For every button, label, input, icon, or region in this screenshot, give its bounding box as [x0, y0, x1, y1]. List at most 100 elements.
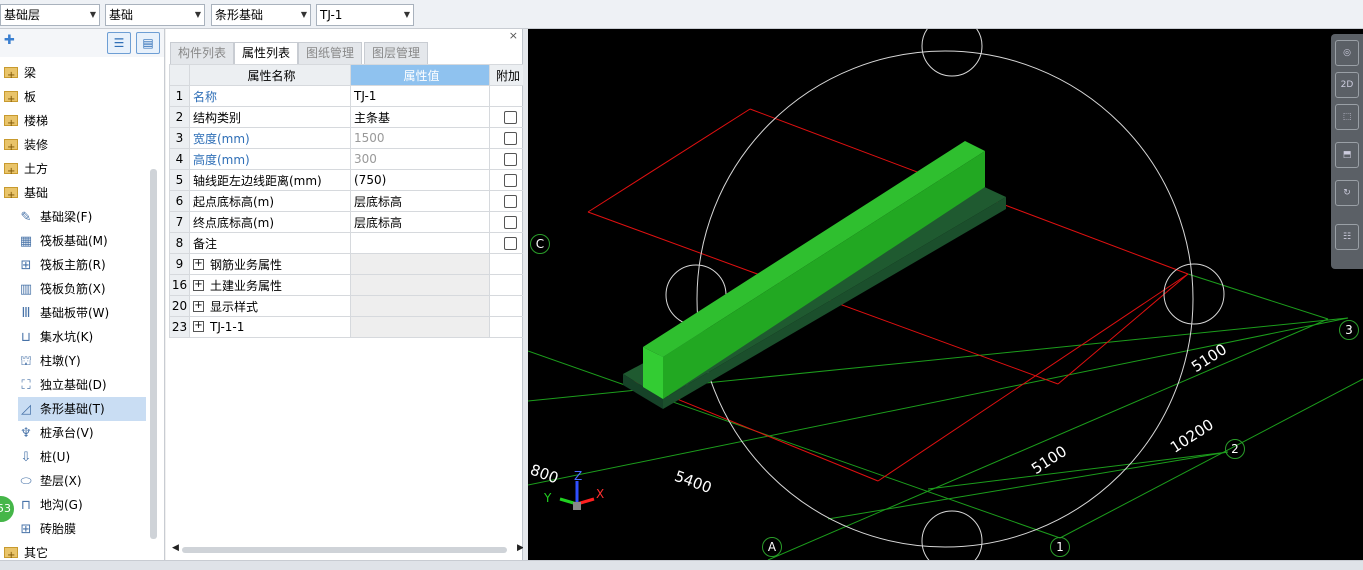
- 3d-box-icon[interactable]: ⬚: [1335, 104, 1359, 130]
- axis-bubble-1[interactable]: 1: [1050, 537, 1070, 557]
- tree-folder-stair[interactable]: 楼梯: [4, 109, 144, 136]
- component-type-select[interactable]: 条形基础 ▼: [211, 4, 311, 26]
- 3d-viewport[interactable]: C A 1 2 3 5100 10200 5100 5400 800 Z Y X…: [528, 29, 1363, 560]
- property-value[interactable]: 1500: [350, 127, 490, 149]
- table-row[interactable]: 1 名称 TJ-1: [169, 85, 524, 107]
- table-row-group[interactable]: 16 + 土建业务属性: [169, 274, 524, 296]
- cube-icon[interactable]: ⬒: [1335, 142, 1359, 168]
- category-select[interactable]: 基础 ▼: [105, 4, 205, 26]
- tab-component-list[interactable]: 构件列表: [170, 42, 234, 64]
- table-row-group[interactable]: 9 + 钢筋业务属性: [169, 253, 524, 275]
- tree-folder-other[interactable]: 其它: [4, 541, 144, 560]
- 2d-view-icon[interactable]: 2D: [1335, 72, 1359, 98]
- attach-checkbox[interactable]: [504, 132, 517, 145]
- property-value[interactable]: TJ-1: [350, 85, 490, 107]
- tree-item-isolated-footing[interactable]: ⛶ 独立基础(D): [18, 373, 146, 397]
- table-row-group[interactable]: 20 + 显示样式: [169, 295, 524, 317]
- extra-cell: [489, 190, 524, 212]
- tree-item-raft-main-rebar[interactable]: ⊞ 筏板主筋(R): [18, 253, 146, 277]
- scroll-left-icon[interactable]: ◀: [172, 543, 179, 553]
- rotate-icon[interactable]: ↻: [1335, 180, 1359, 206]
- tree-folder-foundation[interactable]: 基础: [4, 181, 144, 208]
- strip-footing-icon: ◿: [21, 402, 31, 417]
- property-value: [350, 253, 490, 275]
- tree-item-column-pier[interactable]: ⛫ 柱墩(Y): [18, 349, 146, 373]
- tree-item-label: 筏板负筋(X): [40, 282, 106, 296]
- tree-item-raft[interactable]: ▦ 筏板基础(M): [18, 229, 146, 253]
- footing-rib-front: [663, 151, 985, 399]
- tree-item-label: 桩承台(V): [40, 426, 94, 440]
- property-value[interactable]: [350, 232, 490, 254]
- tree-folder-beam[interactable]: 梁: [4, 61, 144, 88]
- folder-icon: [4, 160, 18, 184]
- property-group-label: 显示样式: [210, 299, 259, 314]
- attach-checkbox[interactable]: [504, 111, 517, 124]
- component-select[interactable]: TJ-1 ▼: [316, 4, 414, 26]
- axis-bubble-c[interactable]: C: [530, 234, 550, 254]
- detail-view-icon[interactable]: ▤: [136, 32, 160, 54]
- table-row[interactable]: 2 结构类别 主条基: [169, 106, 524, 128]
- attach-checkbox[interactable]: [504, 153, 517, 166]
- column-header-extra[interactable]: 附加: [489, 64, 524, 86]
- expand-icon[interactable]: +: [193, 321, 204, 332]
- tab-drawing-management[interactable]: 图纸管理: [298, 42, 362, 64]
- rotation-handle-right[interactable]: [1163, 263, 1225, 325]
- table-row[interactable]: 3 宽度(mm) 1500: [169, 127, 524, 149]
- scrollbar-thumb[interactable]: [182, 547, 507, 553]
- category-select-value: 基础: [109, 8, 134, 22]
- tree-item-cushion[interactable]: ⬭ 垫层(X): [18, 469, 146, 493]
- tree-item-sump[interactable]: ⊔ 集水坑(K): [18, 325, 146, 349]
- folder-open-icon: [4, 184, 18, 208]
- rotation-handle-bottom[interactable]: [921, 510, 983, 560]
- row-number: 16: [169, 274, 190, 296]
- expand-icon[interactable]: +: [193, 300, 204, 312]
- tree-item-raft-neg-rebar[interactable]: ▥ 筏板负筋(X): [18, 277, 146, 301]
- tree-item-foundation-beam[interactable]: ✎ 基础梁(F): [18, 205, 146, 229]
- property-value[interactable]: 主条基: [350, 106, 490, 128]
- attach-checkbox[interactable]: [504, 237, 517, 250]
- property-value[interactable]: 层底标高: [350, 190, 490, 212]
- close-icon[interactable]: ×: [509, 29, 518, 42]
- add-icon[interactable]: ✚: [4, 33, 15, 48]
- tree-item-pile-cap[interactable]: ♆ 桩承台(V): [18, 421, 146, 445]
- attach-checkbox[interactable]: [504, 195, 517, 208]
- table-row-group[interactable]: 23 + TJ-1-1: [169, 316, 524, 338]
- globe-icon[interactable]: ◎: [1335, 40, 1359, 66]
- axis-bubble-3[interactable]: 3: [1339, 320, 1359, 340]
- table-row[interactable]: 7 终点底标高(m) 层底标高: [169, 211, 524, 233]
- grid-horizontal-scrollbar[interactable]: ◀ ▶: [172, 543, 524, 556]
- expand-icon[interactable]: +: [193, 279, 204, 291]
- table-row[interactable]: 6 起点底标高(m) 层底标高: [169, 190, 524, 212]
- table-row[interactable]: 8 备注: [169, 232, 524, 254]
- list-view-icon[interactable]: ☰: [107, 32, 131, 54]
- tab-layer-management[interactable]: 图层管理: [364, 42, 428, 64]
- tab-property-list[interactable]: 属性列表: [234, 42, 298, 64]
- floor-select[interactable]: 基础层 ▼: [0, 4, 100, 26]
- tree-item-slab-strip[interactable]: Ⅲ 基础板带(W): [18, 301, 146, 325]
- column-header-value[interactable]: 属性值: [350, 64, 490, 86]
- axis-bubble-a[interactable]: A: [762, 537, 782, 557]
- tree-folder-label: 楼梯: [24, 114, 49, 128]
- table-row[interactable]: 5 轴线距左边线距离(mm) (750): [169, 169, 524, 191]
- tree-folder-slab[interactable]: 板: [4, 85, 144, 112]
- expand-icon[interactable]: +: [193, 258, 204, 270]
- view-list-icon[interactable]: ☷: [1335, 224, 1359, 250]
- tree-item-strip-footing[interactable]: ◿ 条形基础(T): [18, 397, 146, 421]
- tree-item-trench[interactable]: ⊓ 地沟(G): [18, 493, 146, 517]
- attach-checkbox[interactable]: [504, 216, 517, 229]
- floating-badge[interactable]: 53: [0, 494, 16, 524]
- property-value[interactable]: (750): [350, 169, 490, 191]
- property-name: 高度(mm): [189, 148, 351, 170]
- table-row[interactable]: 4 高度(mm) 300: [169, 148, 524, 170]
- property-value[interactable]: 300: [350, 148, 490, 170]
- tree-folder-earthwork[interactable]: 土方: [4, 157, 144, 184]
- tree-scrollbar[interactable]: [150, 169, 157, 539]
- tree-folder-finish[interactable]: 装修: [4, 133, 144, 160]
- tree-item-brick-mold[interactable]: ⊞ 砖胎膜: [18, 517, 146, 541]
- tree-item-pile[interactable]: ⇩ 桩(U): [18, 445, 146, 469]
- property-value[interactable]: 层底标高: [350, 211, 490, 233]
- column-header-name[interactable]: 属性名称: [189, 64, 351, 86]
- attach-checkbox[interactable]: [504, 174, 517, 187]
- axis-bubble-2[interactable]: 2: [1225, 439, 1245, 459]
- tree-folder-label: 基础: [24, 186, 49, 200]
